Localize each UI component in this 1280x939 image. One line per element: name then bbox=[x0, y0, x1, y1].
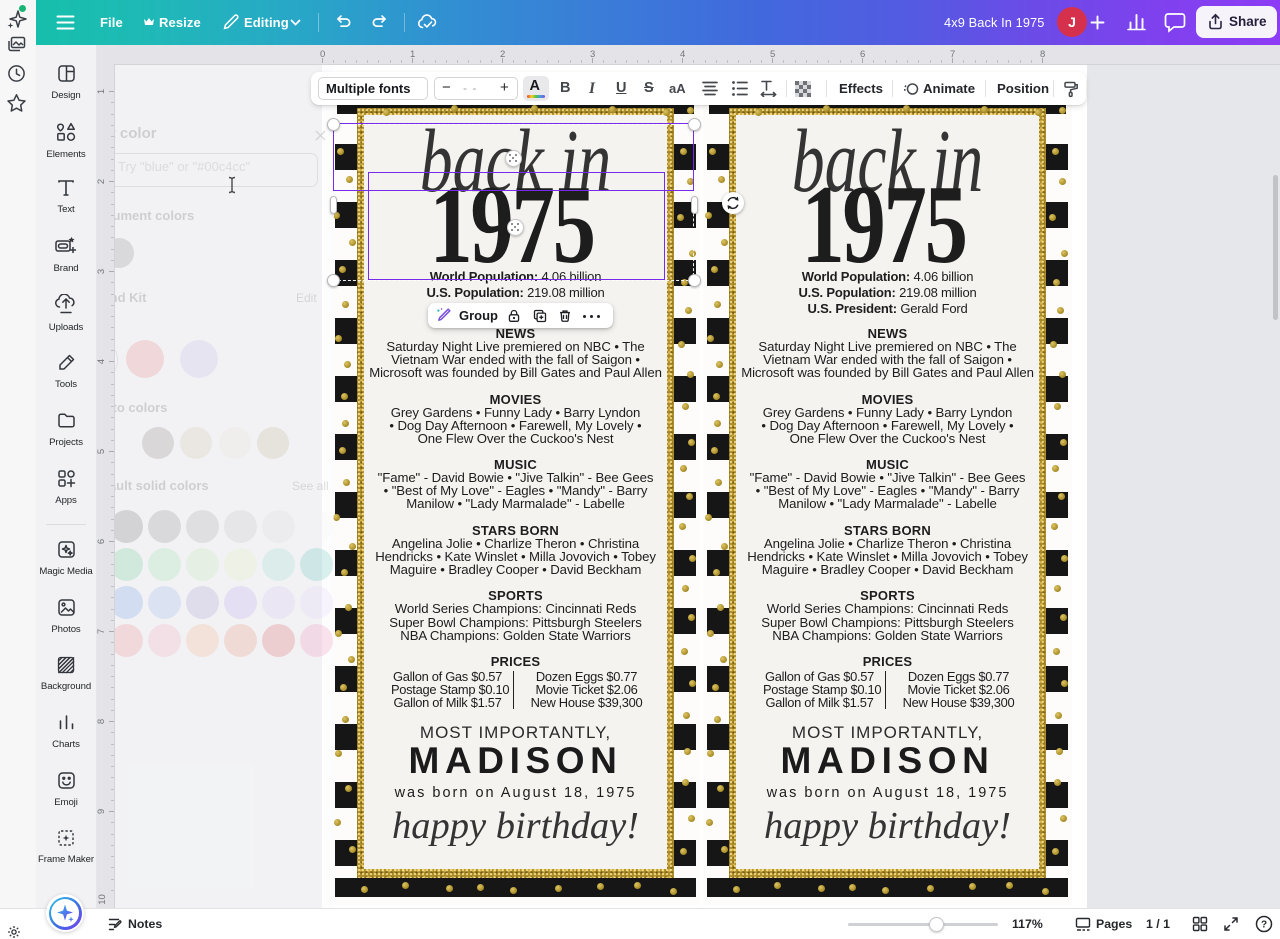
svg-text:?: ? bbox=[1261, 920, 1267, 931]
